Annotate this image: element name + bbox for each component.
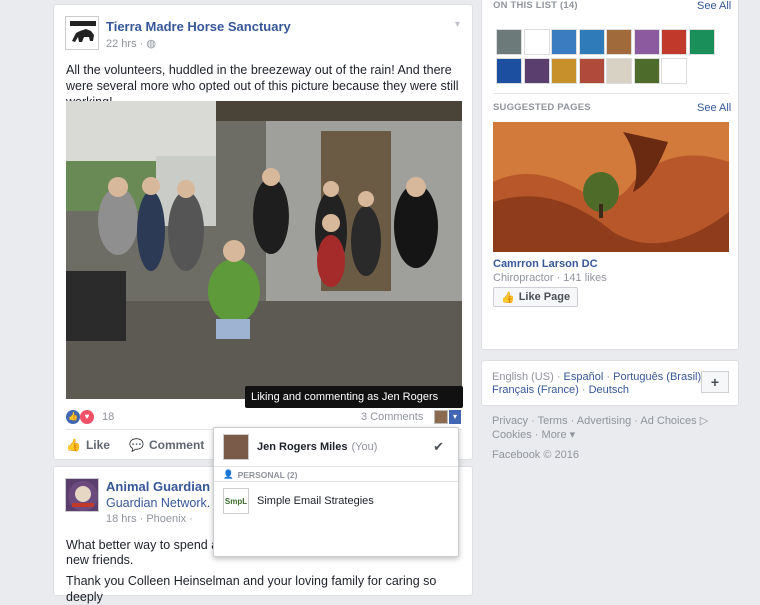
identity-switcher-button[interactable]: ▾	[434, 409, 462, 425]
page-thumbnail[interactable]	[633, 29, 660, 55]
like-page-button[interactable]: 👍 Like Page	[493, 287, 579, 307]
comment-button-label: Comment	[148, 438, 205, 452]
page-thumbnail[interactable]	[633, 58, 660, 84]
language-link[interactable]: Português (Brasil)	[613, 371, 701, 383]
separator: ·	[606, 371, 611, 383]
language-link[interactable]: Français (France)	[492, 384, 579, 396]
meta-separator: ·	[139, 38, 144, 50]
reaction-summary[interactable]: 👍 ♥ 18	[66, 409, 114, 425]
identity-name: Jen Rogers Miles	[257, 441, 348, 453]
chevron-down-icon[interactable]: ▾	[455, 19, 465, 30]
suggested-page-name[interactable]: Camrron Larson DC	[493, 258, 598, 270]
language-panel: English (US) · Español · Português (Bras…	[481, 360, 739, 406]
footer-link-terms[interactable]: Terms	[538, 415, 568, 427]
post-author-line2[interactable]: Guardian Network.	[106, 496, 210, 510]
page-thumbnail[interactable]	[661, 58, 687, 84]
language-list: English (US) · Español · Português (Bras…	[492, 371, 702, 397]
page-thumbnail[interactable]	[578, 29, 605, 55]
language-link[interactable]: Deutsch	[589, 384, 629, 396]
thumbs-up-icon: 👍	[501, 291, 515, 304]
page-thumbnail[interactable]	[688, 29, 715, 55]
footer-link-cookies[interactable]: Cookies	[492, 429, 532, 441]
separator: ·	[556, 371, 561, 383]
checkmark-icon: ✔	[433, 439, 444, 454]
post-text-line: What better way to spend a	[66, 538, 219, 552]
comments-count-link[interactable]: 3 Comments	[361, 411, 423, 423]
page-thumbnail[interactable]	[523, 58, 550, 84]
avatar	[223, 434, 249, 460]
like-page-label: Like Page	[518, 291, 571, 303]
post-timestamp[interactable]: 22 hrs	[106, 38, 137, 50]
suggested-page-cover[interactable]	[493, 122, 729, 252]
copyright: Facebook © 2016	[492, 449, 579, 461]
page-thumbnail[interactable]	[551, 29, 577, 55]
suggested-page-meta: Chiropractor · 141 likes	[493, 272, 607, 284]
footer-link-ad-choices[interactable]: Ad Choices	[640, 415, 696, 427]
identity-suffix: (You)	[351, 441, 378, 453]
thumbs-up-icon: 👍	[66, 438, 81, 452]
sidebar-panel: ON THIS LIST (14) See All SUGGESTED PAGE…	[481, 0, 739, 350]
language-link[interactable]: Español	[564, 371, 604, 383]
caret-down-icon: ▾	[569, 429, 576, 441]
page-thumbnail[interactable]	[496, 58, 522, 84]
ad-choices-icon: ▷	[699, 415, 709, 427]
language-current: English (US)	[492, 371, 554, 383]
love-reaction-icon: ♥	[80, 410, 94, 424]
separator: ·	[581, 384, 586, 396]
comment-icon: 💬	[129, 438, 144, 452]
person-icon: 👤	[223, 469, 234, 479]
post-text-line: Thank you Colleen Heinselman and your lo…	[66, 574, 437, 604]
reaction-count: 18	[102, 411, 115, 423]
on-list-see-all-link[interactable]: See All	[697, 0, 731, 12]
page-thumbnail[interactable]	[578, 58, 605, 84]
page-logo: SmpL	[223, 488, 249, 514]
identity-avatar	[434, 410, 448, 424]
post-meta: 22 hrs · ◍	[106, 37, 156, 50]
page-avatar[interactable]	[65, 16, 99, 50]
page-thumbnail[interactable]	[496, 29, 522, 55]
suggested-see-all-link[interactable]: See All	[697, 102, 731, 114]
chevron-down-icon: ▾	[449, 410, 461, 424]
globe-icon: ◍	[146, 38, 156, 50]
page-avatar[interactable]	[65, 478, 99, 512]
identity-option-page[interactable]: SmpL Simple Email Strategies	[214, 486, 458, 516]
page-thumbnail[interactable]	[523, 29, 550, 55]
suggested-pages-heading: SUGGESTED PAGES	[493, 102, 591, 113]
footer-links: Privacy · Terms · Advertising · Ad Choic…	[492, 415, 709, 461]
divider	[214, 466, 458, 467]
section-label: 👤 PERSONAL (2)	[223, 469, 297, 480]
feed-post: Tierra Madre Horse Sanctuary 22 hrs · ◍ …	[53, 4, 473, 460]
post-photo[interactable]	[66, 101, 462, 399]
footer-link-more[interactable]: More	[542, 429, 567, 441]
page-thumbnail[interactable]	[551, 58, 577, 84]
add-language-button[interactable]: +	[701, 371, 729, 393]
page-thumbnail[interactable]	[606, 58, 632, 84]
post-author[interactable]: Animal Guardian Ne	[106, 479, 230, 494]
comment-button[interactable]: 💬 Comment	[129, 438, 204, 452]
divider	[214, 481, 458, 482]
like-button-label: Like	[85, 438, 110, 452]
page-thumbnail[interactable]	[606, 29, 632, 55]
post-author[interactable]: Tierra Madre Horse Sanctuary	[106, 19, 291, 34]
footer-link-privacy[interactable]: Privacy	[492, 415, 528, 427]
section-label-text: PERSONAL (2)	[237, 469, 298, 480]
commenting-as-tooltip: Liking and commenting as Jen Rogers Mile…	[245, 386, 463, 425]
page-thumbnail[interactable]	[661, 29, 687, 55]
on-list-heading: ON THIS LIST (14)	[493, 0, 578, 11]
divider	[493, 93, 729, 94]
post-meta[interactable]: 18 hrs · Phoenix ·	[106, 513, 193, 525]
footer-link-advertising[interactable]: Advertising	[577, 415, 631, 427]
identity-dropdown-menu: Jen Rogers Miles (You) ✔ 👤 PERSONAL (2) …	[213, 427, 459, 557]
post-text-line: new friends.	[66, 553, 134, 567]
identity-option-current[interactable]: Jen Rogers Miles (You) ✔	[214, 432, 458, 462]
like-button[interactable]: 👍 Like	[66, 438, 110, 452]
identity-page-name: Simple Email Strategies	[257, 495, 374, 507]
like-reaction-icon: 👍	[66, 410, 80, 424]
